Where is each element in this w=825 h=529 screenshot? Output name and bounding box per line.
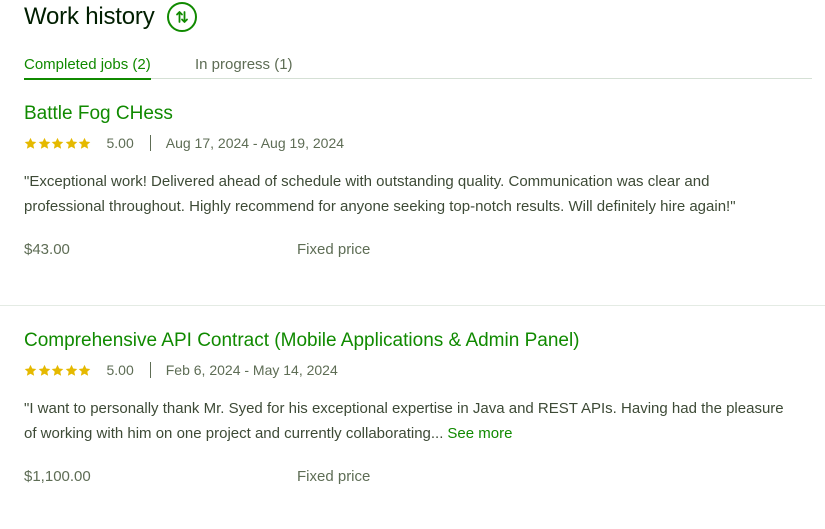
star-icon (24, 137, 37, 149)
job-item: Battle Fog CHess 5.00 Aug 17, 2024 - Aug… (24, 103, 814, 261)
rating-row: 5.00 Feb 6, 2024 - May 14, 2024 (24, 361, 814, 379)
feedback-text: "Exceptional work! Delivered ahead of sc… (24, 173, 736, 215)
price-type: Fixed price (297, 468, 371, 485)
work-history-header: Work history (24, 0, 197, 34)
rating-score: 5.00 (106, 135, 134, 151)
star-icon (51, 364, 64, 376)
client-feedback: "Exceptional work! Delivered ahead of sc… (24, 170, 794, 219)
star-icon (78, 137, 91, 149)
client-feedback: "I want to personally thank Mr. Syed for… (24, 397, 794, 446)
rating-row: 5.00 Aug 17, 2024 - Aug 19, 2024 (24, 134, 814, 152)
star-icon (65, 137, 77, 149)
separator (149, 135, 151, 151)
star-icon (78, 364, 91, 376)
star-icon (24, 364, 37, 376)
job-meta: $43.00 Fixed price (24, 241, 814, 261)
tab-in-progress[interactable]: In progress (1) (195, 56, 293, 73)
job-divider (0, 305, 825, 306)
star-icon (51, 137, 64, 149)
job-title-link[interactable]: Comprehensive API Contract (Mobile Appli… (24, 330, 814, 352)
separator (149, 362, 151, 378)
job-price: $1,100.00 (24, 468, 91, 485)
job-item: Comprehensive API Contract (Mobile Appli… (24, 330, 814, 488)
job-meta: $1,100.00 Fixed price (24, 468, 814, 488)
job-dates: Aug 17, 2024 - Aug 19, 2024 (165, 135, 345, 151)
star-icon (65, 364, 77, 376)
job-price: $43.00 (24, 241, 70, 258)
star-rating (24, 364, 92, 377)
sort-button[interactable] (166, 2, 197, 32)
feedback-text: "I want to personally thank Mr. Syed for… (24, 400, 784, 442)
star-icon (38, 137, 50, 149)
star-rating (24, 137, 92, 150)
rating-score: 5.00 (106, 362, 134, 378)
work-history-tabs: Completed jobs (2) In progress (1) (24, 52, 812, 80)
sort-arrows-icon (175, 11, 188, 23)
job-dates: Feb 6, 2024 - May 14, 2024 (165, 362, 338, 378)
star-icon (38, 364, 50, 376)
see-more-link[interactable]: See more (447, 425, 512, 442)
tab-completed-jobs[interactable]: Completed jobs (2) (24, 56, 151, 80)
price-type: Fixed price (297, 241, 371, 258)
page-title: Work history (24, 3, 155, 30)
job-title-link[interactable]: Battle Fog CHess (24, 103, 814, 125)
